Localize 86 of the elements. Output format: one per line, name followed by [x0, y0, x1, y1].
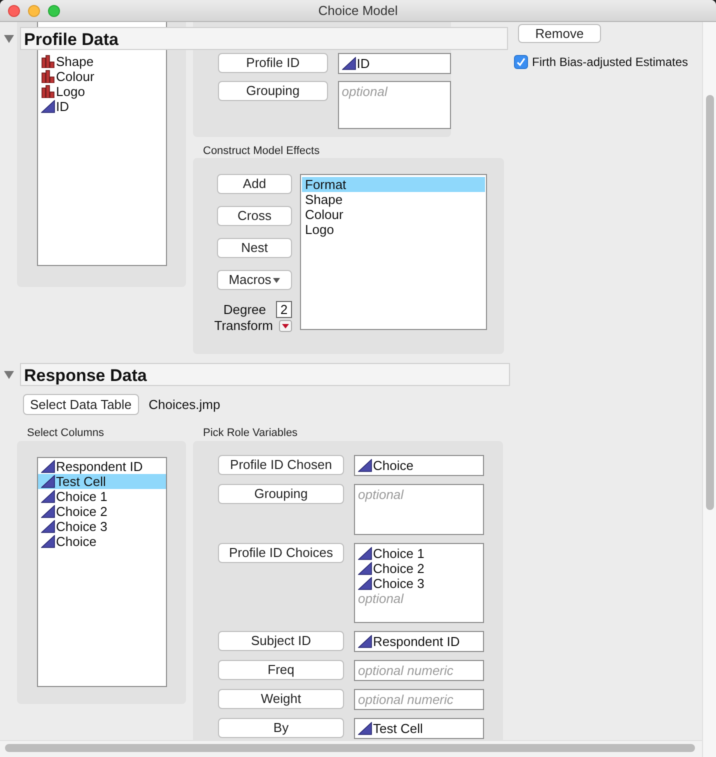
list-item[interactable]: Choice 1 [38, 489, 166, 504]
scroll-thumb[interactable] [706, 95, 714, 510]
placeholder-text: optional numeric [358, 663, 454, 678]
degree-field[interactable]: 2 [276, 301, 292, 318]
disclosure-icon[interactable] [4, 370, 14, 380]
triangle-icon [358, 635, 372, 648]
field-value: Choice 3 [373, 576, 424, 591]
list-item[interactable]: Choice [38, 534, 166, 549]
bar-chart-icon [41, 70, 55, 83]
list-item[interactable]: ID [56, 99, 69, 114]
select-data-table-button[interactable]: Select Data Table [23, 394, 139, 415]
role-field[interactable]: Respondent ID [354, 631, 484, 652]
checkbox[interactable] [514, 55, 528, 69]
triangle-icon [41, 505, 55, 518]
triangle-icon [358, 722, 372, 735]
effect-button[interactable]: Cross [217, 206, 292, 226]
role-field[interactable]: Choice 1 Choice 2 Choice 3 optional [354, 543, 484, 623]
triangle-icon [358, 547, 372, 560]
field-value: Choice [373, 458, 414, 473]
window-title: Choice Model [318, 3, 398, 18]
list-item[interactable]: Shape [56, 54, 94, 69]
section-header[interactable]: Profile Data [20, 27, 508, 50]
role-button[interactable]: Subject ID [218, 631, 344, 651]
list-item[interactable]: Logo [302, 222, 485, 237]
disclosure-icon[interactable] [4, 34, 14, 44]
field-value: Choice 1 [373, 546, 424, 561]
list-item[interactable]: Colour [302, 207, 485, 222]
caret-icon [273, 278, 280, 282]
triangle-icon [358, 577, 372, 590]
field-value: Test Cell [373, 721, 423, 736]
triangle-icon [358, 459, 372, 472]
triangle-icon [41, 475, 55, 488]
scroll-thumb[interactable] [5, 744, 695, 752]
role-button[interactable]: By [218, 718, 344, 738]
triangle-icon [358, 562, 372, 575]
horizontal-scrollbar[interactable] [0, 740, 702, 757]
triangle-icon [41, 460, 55, 473]
role-button[interactable]: Freq [218, 660, 344, 680]
section-header[interactable]: Response Data [20, 363, 510, 386]
minimize-button[interactable] [28, 4, 40, 16]
remove-button[interactable]: Remove [518, 24, 601, 43]
role-button[interactable]: Grouping [218, 484, 344, 504]
triangle-icon [41, 535, 55, 548]
triangle-icon [342, 57, 356, 70]
list-item[interactable]: Test Cell [38, 474, 166, 489]
list-item[interactable]: Format [302, 177, 485, 192]
section-label: Pick Role Variables [203, 426, 298, 440]
placeholder-text: optional numeric [358, 692, 454, 707]
placeholder-text: optional [358, 591, 405, 606]
role-field[interactable]: Test Cell [354, 718, 484, 739]
role-field[interactable]: Choice [354, 455, 484, 476]
role-button[interactable]: Profile ID Choices [218, 543, 344, 563]
triangle-icon [41, 490, 55, 503]
list-item[interactable]: Logo [56, 84, 85, 99]
effect-button[interactable]: Nest [217, 238, 292, 258]
placeholder-text: optional [358, 487, 405, 502]
list-item[interactable]: Choice 2 [38, 504, 166, 519]
role-button[interactable]: Weight [218, 689, 344, 709]
degree-label: Degree [223, 302, 266, 317]
role-button[interactable]: Profile ID [218, 53, 328, 73]
vertical-scrollbar[interactable] [702, 22, 716, 757]
checkbox-label: Firth Bias-adjusted Estimates [532, 55, 688, 69]
list-item[interactable]: Shape [302, 192, 485, 207]
bar-chart-icon [41, 55, 55, 68]
placeholder-text: optional [342, 84, 389, 99]
role-field[interactable]: ID [338, 53, 451, 74]
close-button[interactable] [8, 4, 20, 16]
list-item[interactable]: Choice 3 [38, 519, 166, 534]
field-value: Respondent ID [373, 634, 460, 649]
effect-button[interactable]: Add [217, 174, 292, 194]
triangle-icon [41, 520, 55, 533]
list-item[interactable]: Colour [56, 69, 94, 84]
bar-chart-icon [41, 85, 55, 98]
list-item[interactable]: Respondent ID [38, 459, 166, 474]
zoom-button[interactable] [48, 4, 60, 16]
field-value: ID [356, 56, 370, 71]
section-label: Select Columns [27, 426, 104, 440]
role-button[interactable]: Profile ID Chosen [218, 455, 344, 475]
section-label: Construct Model Effects [203, 144, 320, 158]
triangle-icon [41, 100, 55, 113]
role-button[interactable]: Grouping [218, 81, 328, 101]
dropdown-icon[interactable] [279, 320, 292, 332]
table-name: Choices.jmp [148, 397, 220, 412]
field-value: Choice 2 [373, 561, 424, 576]
transform-label: Transform [214, 318, 273, 333]
menu-button[interactable]: Macros [217, 270, 292, 290]
